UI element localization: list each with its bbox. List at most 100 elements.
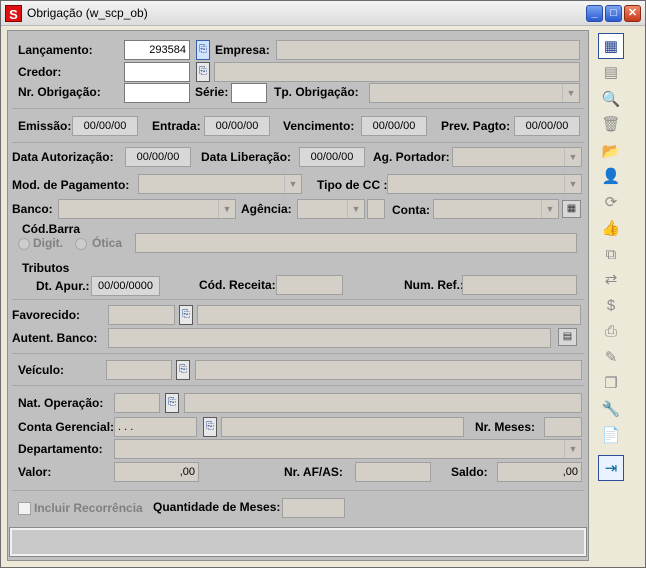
mod-pagamento-select[interactable]: ▼ <box>138 174 302 194</box>
empresa-input[interactable] <box>276 40 580 60</box>
conta-gerencial-label: Conta Gerencial: <box>18 420 115 434</box>
agencia-digit-field[interactable] <box>367 199 385 219</box>
incluir-recorrencia-checkbox[interactable] <box>18 502 31 515</box>
nr-meses-input[interactable] <box>544 417 582 437</box>
notes-icon[interactable]: ✎ <box>598 344 624 370</box>
chevron-down-icon[interactable]: ▼ <box>284 175 301 193</box>
money-bag-icon[interactable]: $ <box>598 292 624 318</box>
chevron-down-icon[interactable]: ▼ <box>564 148 581 166</box>
new-record-icon[interactable]: ▦ <box>598 33 624 59</box>
cod-barra-input[interactable] <box>135 233 577 253</box>
serie-input[interactable] <box>231 83 267 103</box>
divider <box>12 299 584 300</box>
data-liberacao-input[interactable]: 00/00/00 <box>299 147 365 167</box>
transfer-icon[interactable]: ⇄ <box>598 266 624 292</box>
document-icon[interactable]: 📄 <box>598 422 624 448</box>
serie-label: Série: <box>195 85 229 99</box>
conta-select[interactable]: ▼ <box>433 199 559 219</box>
data-liberacao-label: Data Liberação: <box>201 150 292 164</box>
account-grid-icon[interactable]: ▦ <box>562 200 581 218</box>
ag-portador-select[interactable]: ▼ <box>452 147 582 167</box>
data-autorizacao-label: Data Autorização: <box>12 150 114 164</box>
maximize-button[interactable]: □ <box>605 5 622 22</box>
close-button[interactable]: ✕ <box>624 5 641 22</box>
num-ref-label: Num. Ref.: <box>404 278 464 292</box>
cod-receita-input[interactable] <box>276 275 343 295</box>
print-preview-icon[interactable]: 🔍 <box>598 86 624 112</box>
conta-gerencial-name-field <box>221 417 464 437</box>
otica-radio[interactable] <box>75 238 87 250</box>
favorecido-input[interactable] <box>108 305 175 325</box>
veiculo-input[interactable] <box>106 360 172 380</box>
delete-icon[interactable]: 🗑 <box>598 111 624 137</box>
autent-banco-input[interactable] <box>108 328 551 348</box>
lancamento-input[interactable]: 293584 <box>124 40 190 60</box>
otica-radio-label: Ótica <box>92 236 123 250</box>
tipo-cc-select[interactable]: ▼ <box>387 174 582 194</box>
mod-pagamento-label: Mod. de Pagamento: <box>12 178 130 192</box>
tp-obrigacao-select[interactable]: ▼ <box>369 83 580 103</box>
vencimento-input[interactable]: 00/00/00 <box>361 116 427 136</box>
valor-input[interactable]: ,00 <box>114 462 199 482</box>
dt-apur-input[interactable]: 00/00/0000 <box>91 276 160 296</box>
divider <box>12 385 584 386</box>
entrada-label: Entrada: <box>152 119 201 133</box>
saldo-input[interactable]: ,00 <box>497 462 582 482</box>
prev-pagto-label: Prev. Pagto: <box>441 119 511 133</box>
dt-apur-label: Dt. Apur.: <box>36 279 90 293</box>
vencimento-label: Vencimento: <box>283 119 355 133</box>
tools-icon[interactable]: 🔧 <box>598 396 624 422</box>
nat-operacao-lookup-icon[interactable]: ⎘ <box>165 393 179 413</box>
approve-icon[interactable]: 👍 <box>598 215 624 241</box>
emissao-input[interactable]: 00/00/00 <box>72 116 138 136</box>
favorecido-label: Favorecido: <box>12 308 81 322</box>
agencia-select[interactable]: ▼ <box>297 199 365 219</box>
toolbar: ▦ ▤ 🔍 🗑 📂 👤 ⟳ 👍 ⧉ ⇄ $ ⎙ ✎ ❐ 🔧 📄 ⇥ <box>598 30 628 490</box>
ag-portador-label: Ag. Portador: <box>373 150 450 164</box>
nr-afas-label: Nr. AF/AS: <box>284 465 343 479</box>
chevron-down-icon[interactable]: ▼ <box>347 200 364 218</box>
credor-lookup-icon[interactable]: ⎘ <box>196 62 210 82</box>
chevron-down-icon[interactable]: ▼ <box>564 175 581 193</box>
favorecido-lookup-icon[interactable]: ⎘ <box>179 305 193 325</box>
user-icon[interactable]: 👤 <box>598 163 624 189</box>
banco-select[interactable]: ▼ <box>58 199 236 219</box>
favorecido-name-field <box>197 305 581 325</box>
credor-input[interactable] <box>124 62 190 82</box>
agencia-label: Agência: <box>241 202 292 216</box>
prev-pagto-input[interactable]: 00/00/00 <box>514 116 580 136</box>
veiculo-lookup-icon[interactable]: ⎘ <box>176 360 190 380</box>
nr-afas-input[interactable] <box>355 462 431 482</box>
data-autorizacao-input[interactable]: 00/00/00 <box>125 147 191 167</box>
nr-meses-label: Nr. Meses: <box>475 420 536 434</box>
refresh-icon[interactable]: ⟳ <box>598 189 624 215</box>
cod-barra-label: Cód.Barra <box>22 222 81 236</box>
window-title: Obrigação (w_scp_ob) <box>27 6 148 20</box>
copy-icon[interactable]: ⧉ <box>598 241 624 267</box>
chevron-down-icon[interactable]: ▼ <box>564 440 581 458</box>
tp-obrigacao-label: Tp. Obrigação: <box>274 85 359 99</box>
lancamento-lookup-icon[interactable]: ⎘ <box>196 40 210 60</box>
entrada-input[interactable]: 00/00/00 <box>204 116 270 136</box>
chevron-down-icon[interactable]: ▼ <box>218 200 235 218</box>
conta-gerencial-input[interactable]: . . . <box>114 417 197 437</box>
duplicate-icon[interactable]: ❐ <box>598 370 624 396</box>
quantidade-meses-input[interactable] <box>282 498 345 518</box>
printer-icon[interactable]: ▤ <box>558 328 577 346</box>
nr-obrigacao-input[interactable] <box>124 83 190 103</box>
valor-label: Valor: <box>18 465 52 479</box>
nr-obrigacao-label: Nr. Obrigação: <box>18 85 101 99</box>
conta-gerencial-lookup-icon[interactable]: ⎘ <box>203 417 217 437</box>
nat-operacao-input[interactable] <box>114 393 160 413</box>
insert-row-icon[interactable]: ▤ <box>598 59 624 85</box>
exit-icon[interactable]: ⇥ <box>598 455 624 481</box>
minimize-button[interactable]: _ <box>586 5 603 22</box>
digit-radio[interactable] <box>18 238 30 250</box>
chevron-down-icon[interactable]: ▼ <box>541 200 558 218</box>
chevron-down-icon[interactable]: ▼ <box>562 84 579 102</box>
num-ref-input[interactable] <box>462 275 577 295</box>
departamento-select[interactable]: ▼ <box>114 439 582 459</box>
print-icon[interactable]: ⎙ <box>598 318 624 344</box>
credor-label: Credor: <box>18 65 62 79</box>
open-folder-icon[interactable]: 📂 <box>598 138 624 164</box>
